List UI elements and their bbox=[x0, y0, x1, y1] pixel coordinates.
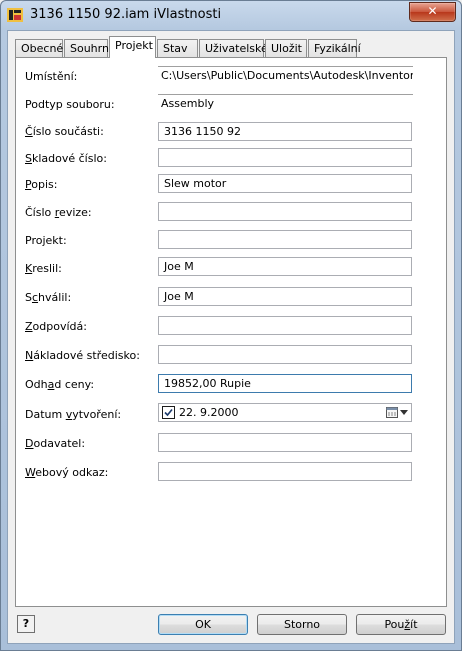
storno-button[interactable]: Storno bbox=[257, 614, 347, 635]
tab-ulozit[interactable]: Uložit bbox=[265, 39, 307, 57]
close-button[interactable]: ✕ bbox=[409, 2, 456, 22]
tab-souhrn[interactable]: Souhrn bbox=[64, 39, 109, 57]
dodavatel-label: Dodavatel: bbox=[25, 437, 86, 450]
podtyp-value: Assembly bbox=[158, 94, 413, 113]
pouzit-button[interactable]: Použít bbox=[356, 614, 446, 635]
datum-enabled-checkbox[interactable] bbox=[162, 406, 175, 419]
cislo-revize-label: Číslo revize: bbox=[25, 206, 92, 219]
window-title: 3136 1150 92.iam iVlastnosti bbox=[30, 7, 222, 22]
tab-label: Souhrn bbox=[70, 42, 109, 55]
tab-fyzikalni[interactable]: Fyzikální bbox=[308, 39, 361, 57]
close-icon: ✕ bbox=[427, 4, 438, 18]
title-bar[interactable]: 3136 1150 92.iam iVlastnosti ✕ bbox=[1, 1, 461, 29]
webovy-odkaz-input[interactable] bbox=[158, 462, 412, 481]
popis-label: Popis: bbox=[25, 178, 58, 191]
chevron-down-icon[interactable] bbox=[400, 410, 408, 415]
tab-label: Uživatelské bbox=[205, 42, 268, 55]
datum-value[interactable]: 22. 9.2000 bbox=[179, 406, 238, 419]
tab-uzivatelske[interactable]: Uživatelské bbox=[199, 39, 268, 57]
podtyp-label: Podtyp souboru: bbox=[25, 98, 115, 111]
tab-obecne[interactable]: Obecné bbox=[15, 39, 63, 57]
skladove-cislo-label: Skladové číslo: bbox=[25, 152, 107, 165]
cislo-revize-input[interactable] bbox=[158, 202, 412, 221]
umisteni-value: C:\Users\Public\Documents\Autodesk\Inven… bbox=[158, 66, 413, 85]
odhad-ceny-label: Odhad ceny: bbox=[25, 378, 95, 391]
schvalil-input[interactable]: Joe M bbox=[158, 287, 412, 306]
help-button[interactable]: ? bbox=[17, 615, 35, 633]
zodpovida-input[interactable] bbox=[158, 316, 412, 335]
tab-label: Projekt bbox=[115, 39, 153, 52]
nakladove-stredisko-input[interactable] bbox=[158, 345, 412, 364]
webovy-odkaz-label: Webový odkaz: bbox=[25, 466, 109, 479]
popis-input[interactable]: Slew motor bbox=[158, 174, 412, 193]
tab-label: Stav bbox=[163, 42, 188, 55]
tab-label: Uložit bbox=[271, 42, 302, 55]
inventor-app-icon bbox=[7, 8, 23, 22]
tab-stav[interactable]: Stav bbox=[157, 39, 198, 57]
cislo-soucasti-label: Číslo součásti: bbox=[25, 125, 104, 138]
nakladove-stredisko-label: Nákladové středisko: bbox=[25, 349, 140, 362]
schvalil-label: Schválil: bbox=[25, 291, 72, 304]
cislo-soucasti-input[interactable]: 3136 1150 92 bbox=[158, 122, 412, 141]
calendar-icon[interactable] bbox=[386, 406, 398, 418]
checkmark-icon bbox=[164, 408, 173, 417]
projekt-label: Projekt: bbox=[25, 234, 67, 247]
zodpovida-label: Zodpovídá: bbox=[25, 320, 87, 333]
ok-button[interactable]: OK bbox=[158, 614, 248, 635]
skladove-cislo-input[interactable] bbox=[158, 148, 412, 167]
help-icon: ? bbox=[22, 617, 30, 630]
dodavatel-input[interactable] bbox=[158, 433, 412, 452]
kreslil-input[interactable]: Joe M bbox=[158, 257, 412, 276]
kreslil-label: Kreslil: bbox=[25, 262, 62, 275]
datum-vytvoreni-label: Datum vytvoření: bbox=[25, 408, 122, 421]
tab-projekt[interactable]: Projekt bbox=[109, 36, 156, 58]
tab-label: Fyzikální bbox=[314, 42, 361, 55]
tab-label: Obecné bbox=[21, 42, 64, 55]
umisteni-label: Umístění: bbox=[25, 70, 78, 83]
odhad-ceny-input[interactable]: 19852,00 Rupie bbox=[158, 374, 412, 393]
projekt-input[interactable] bbox=[158, 230, 412, 249]
